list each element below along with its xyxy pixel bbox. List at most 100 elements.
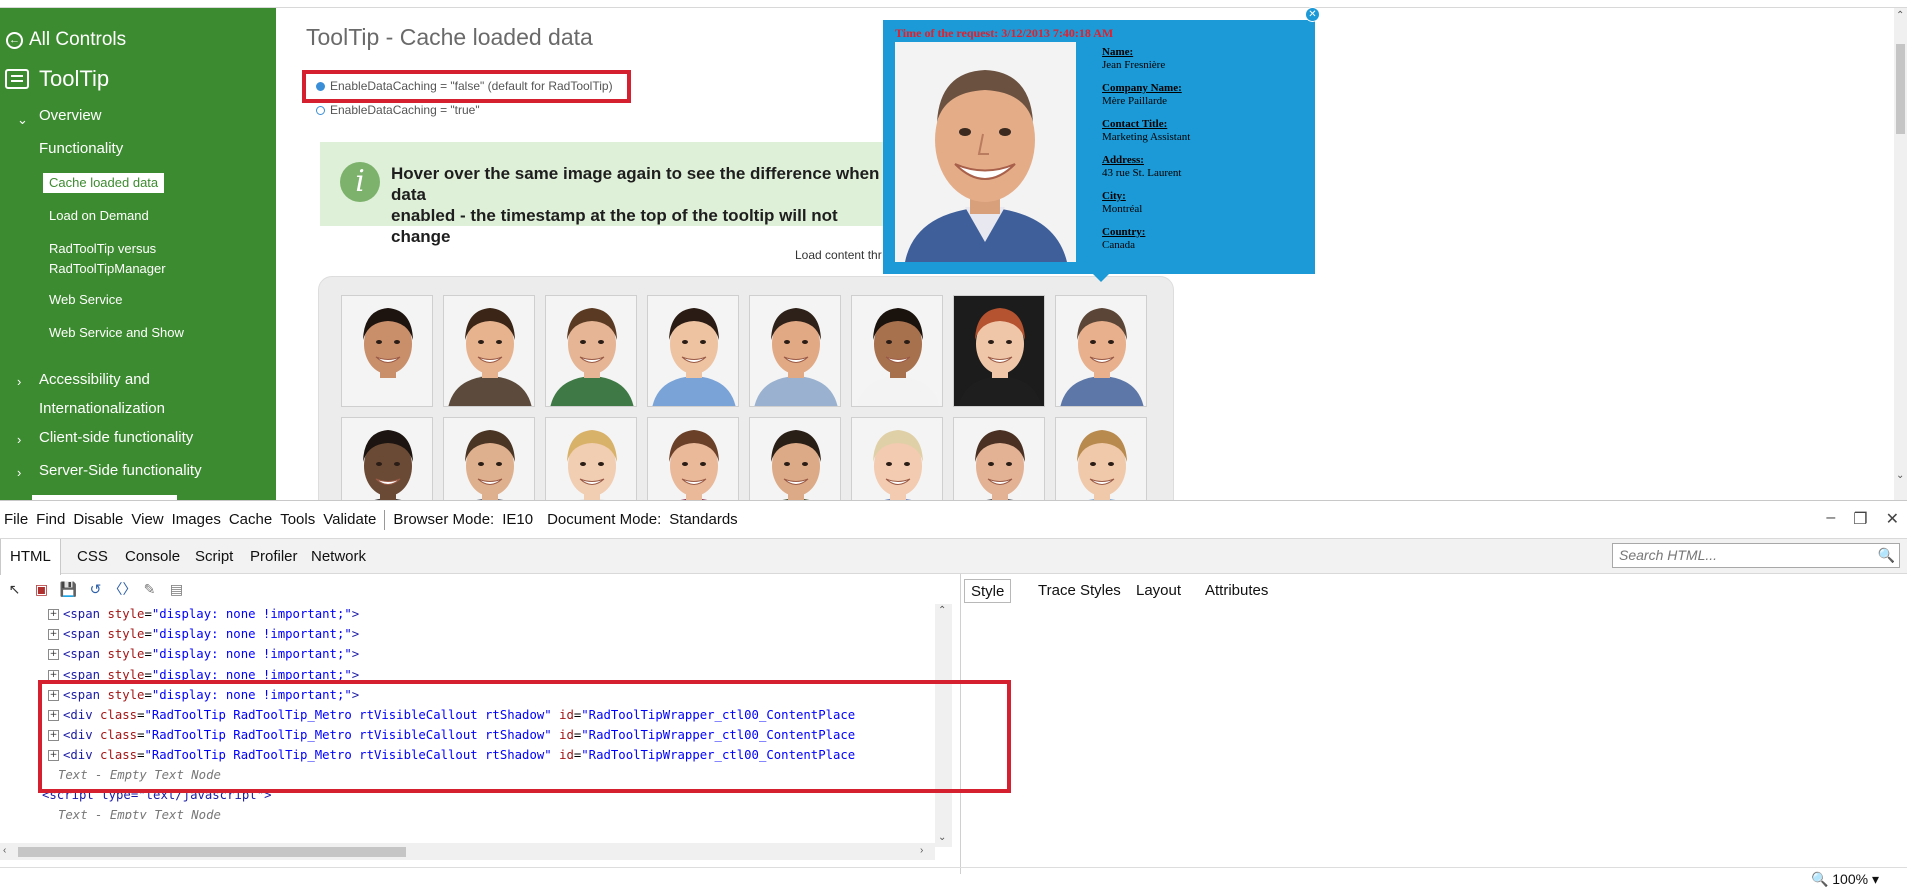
scroll-right-icon[interactable]: › <box>920 845 923 856</box>
menu-file[interactable]: File <box>0 511 32 528</box>
sidebar-item-functionality[interactable]: Functionality <box>39 140 123 157</box>
radio-selected-icon[interactable] <box>316 81 325 91</box>
web-page: ← All Controls ToolTip Overview ⌄ Functi… <box>0 0 1907 500</box>
person-thumbnail[interactable] <box>1055 295 1147 407</box>
sidebar-subitem-cache-loaded-data[interactable]: Cache loaded data <box>43 173 165 193</box>
search-icon[interactable]: 🔍 <box>1878 547 1895 564</box>
radio-caching-false[interactable]: EnableDataCaching = "false" (default for… <box>316 79 613 93</box>
tooltip-field-address: Address: 43 rue St. Laurent <box>1102 154 1182 179</box>
scroll-down-icon[interactable]: ⌄ <box>938 832 946 843</box>
browser-mode-value[interactable]: IE10 <box>498 511 537 528</box>
person-thumbnail[interactable] <box>341 417 433 500</box>
tree-horizontal-scrollbar[interactable]: ‹ › <box>0 843 935 860</box>
chevron-right-icon[interactable]: › <box>17 465 21 480</box>
sidebar-subitem-web-service[interactable]: Web Service <box>49 290 122 310</box>
refresh-icon[interactable]: ↺ <box>86 580 105 599</box>
page-scroll-thumb[interactable] <box>1896 44 1905 134</box>
tab-layout[interactable]: Layout <box>1130 579 1187 603</box>
chevron-down-icon[interactable]: ⌄ <box>17 112 28 128</box>
dom-view-icon[interactable]: 〈〉 <box>109 580 137 599</box>
tab-html[interactable]: HTML <box>0 539 61 575</box>
tab-attributes[interactable]: Attributes <box>1199 579 1274 603</box>
menu-cache[interactable]: Cache <box>225 511 276 528</box>
sidebar-subitem-load-on-demand[interactable]: Load on Demand <box>49 206 149 226</box>
person-thumbnail[interactable] <box>545 417 637 500</box>
menu-find[interactable]: Find <box>32 511 69 528</box>
minimize-icon[interactable]: – <box>1826 509 1835 529</box>
restore-icon[interactable]: ❐ <box>1853 509 1867 529</box>
sidebar-subitem-web-service-and-show[interactable]: Web Service and Show <box>49 323 184 343</box>
radio-unselected-icon[interactable] <box>316 105 325 115</box>
syntax-punctuation: = <box>144 647 152 662</box>
word-wrap-icon[interactable]: ▤ <box>167 580 186 599</box>
all-controls-link[interactable]: ← All Controls <box>6 20 126 60</box>
page-scrollbar[interactable]: ⌃ ⌄ <box>1894 8 1907 500</box>
search-html-input[interactable]: Search HTML... 🔍 <box>1612 543 1900 568</box>
dom-node-span[interactable]: + <span style="display: none !important;"… <box>48 626 359 643</box>
person-thumbnail[interactable] <box>749 295 841 407</box>
search-placeholder: Search HTML... <box>1619 547 1718 563</box>
tab-style[interactable]: Style <box>964 579 1012 603</box>
chevron-right-icon[interactable]: › <box>17 432 21 447</box>
close-icon[interactable]: ✕ <box>1886 509 1899 529</box>
person-thumbnail[interactable] <box>953 417 1045 500</box>
node-attribute-value: "display: none !important;" <box>151 607 352 621</box>
tab-trace-styles[interactable]: Trace Styles <box>1032 579 1127 603</box>
horizontal-scroll-thumb[interactable] <box>18 847 406 857</box>
dom-node-span[interactable]: + <span style="display: none !important;"… <box>48 606 359 623</box>
info-line-1: Hover over the same image again to see t… <box>391 164 880 204</box>
person-thumbnail[interactable] <box>647 417 739 500</box>
chevron-right-icon[interactable]: › <box>17 374 21 389</box>
section-title: ToolTip <box>5 66 109 92</box>
sidebar-item-accessibility[interactable]: Accessibility and <box>39 371 150 388</box>
person-thumbnail[interactable] <box>443 295 535 407</box>
dom-node-empty-text[interactable]: Text - Empty Text Node <box>58 807 221 819</box>
document-mode-value[interactable]: Standards <box>665 511 741 528</box>
close-icon[interactable]: ✕ <box>1305 7 1320 22</box>
zoom-icon: 🔍 <box>1810 871 1829 887</box>
select-element-icon[interactable]: ↖ <box>5 580 24 599</box>
person-thumbnail[interactable] <box>443 417 535 500</box>
clear-outline-icon[interactable]: ▣ <box>32 580 51 599</box>
scroll-up-icon[interactable]: ⌃ <box>1896 10 1904 21</box>
menu-view[interactable]: View <box>127 511 167 528</box>
tab-css[interactable]: CSS <box>68 539 117 574</box>
person-thumbnail[interactable] <box>545 295 637 407</box>
expand-icon[interactable]: + <box>48 669 59 681</box>
expand-icon[interactable]: + <box>48 629 59 641</box>
person-thumbnail[interactable] <box>749 417 841 500</box>
tab-script[interactable]: Script <box>186 539 242 574</box>
menu-validate[interactable]: Validate <box>319 511 380 528</box>
sidebar-subitem-radtooltipmanager[interactable]: RadToolTipManager <box>49 259 166 279</box>
scroll-left-icon[interactable]: ‹ <box>3 845 6 856</box>
sidebar-subitem-radtooltip-versus[interactable]: RadToolTip versus <box>49 239 156 259</box>
sidebar-item-server-side[interactable]: Server-Side functionality <box>39 462 202 479</box>
sidebar-item-client-side[interactable]: Client-side functionality <box>39 429 193 446</box>
dom-node-span[interactable]: + <span style="display: none !important;"… <box>48 646 359 663</box>
tab-console[interactable]: Console <box>116 539 189 574</box>
sidebar-item-overview[interactable]: Overview <box>39 107 102 124</box>
tab-network[interactable]: Network <box>302 539 375 574</box>
expand-icon[interactable]: + <box>48 649 59 661</box>
person-thumbnail[interactable] <box>341 295 433 407</box>
save-icon[interactable]: 💾 <box>59 580 78 599</box>
menu-images[interactable]: Images <box>168 511 225 528</box>
scroll-up-icon[interactable]: ⌃ <box>938 605 946 616</box>
tab-profiler[interactable]: Profiler <box>241 539 307 574</box>
chevron-down-icon[interactable]: ▾ <box>1872 871 1879 887</box>
menu-tools[interactable]: Tools <box>276 511 319 528</box>
expand-icon[interactable]: + <box>48 609 59 620</box>
person-thumbnail[interactable] <box>1055 417 1147 500</box>
tooltip-field-company: Company Name: Mère Paillarde <box>1102 82 1182 107</box>
person-thumbnail[interactable] <box>953 295 1045 407</box>
menu-disable[interactable]: Disable <box>69 511 127 528</box>
person-thumbnail[interactable] <box>647 295 739 407</box>
scroll-down-icon[interactable]: ⌄ <box>1896 470 1904 481</box>
person-thumbnail[interactable] <box>851 295 943 407</box>
radio-caching-true-label: EnableDataCaching = "true" <box>330 103 480 117</box>
zoom-level[interactable]: 🔍 100% ▾ <box>1811 871 1879 888</box>
sidebar-item-internationalization[interactable]: Internationalization <box>39 400 165 417</box>
person-thumbnail[interactable] <box>851 417 943 500</box>
edit-icon[interactable]: ✎ <box>140 580 159 599</box>
radio-caching-true[interactable]: EnableDataCaching = "true" <box>316 103 480 117</box>
